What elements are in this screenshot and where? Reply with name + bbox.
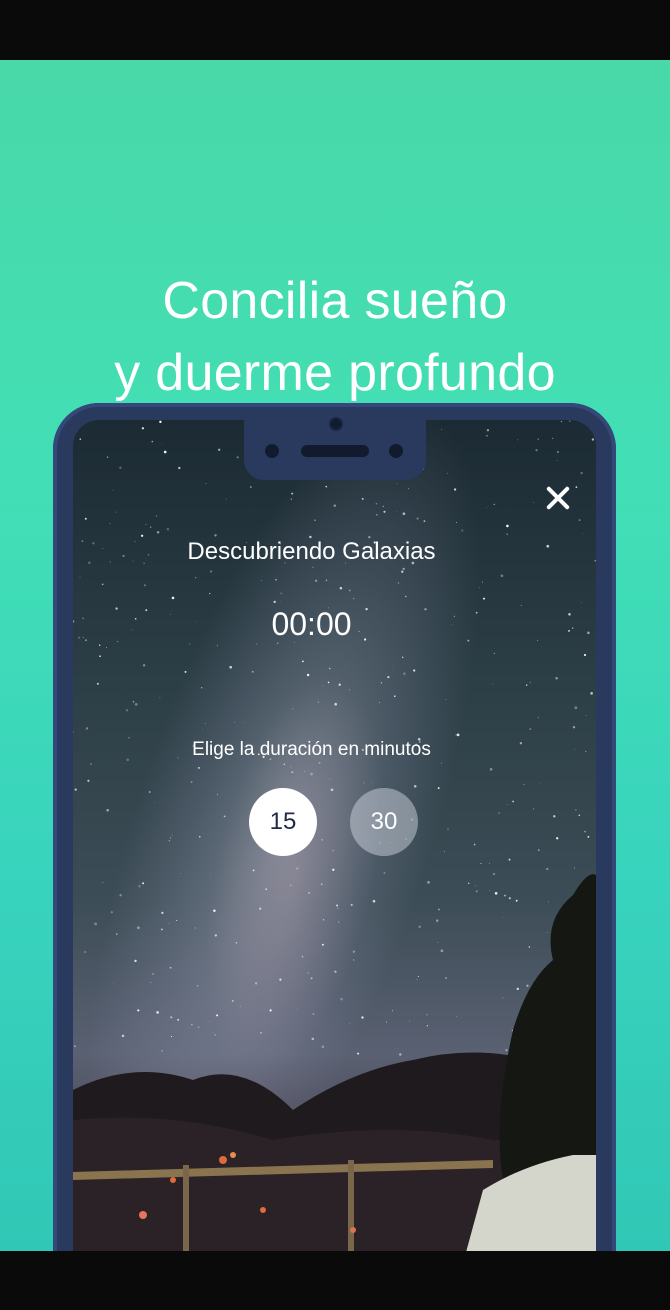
close-icon[interactable] <box>543 483 573 513</box>
headline-line-1: Concilia sueño <box>162 271 508 330</box>
earpiece-speaker <box>301 445 369 457</box>
top-black-bar <box>0 0 670 60</box>
duration-option-30[interactable]: 30 <box>350 788 418 856</box>
notch-sensor-right <box>389 444 403 458</box>
promo-background: Concilia sueño y duerme profundo <box>0 60 670 1251</box>
notch-sensor-left <box>265 444 279 458</box>
headline-line-2: y duerme profundo <box>114 343 556 402</box>
track-title: Descubriendo Galaxias <box>187 538 436 565</box>
duration-label: Elige la duración en minutos <box>192 739 431 760</box>
front-camera <box>329 417 343 431</box>
duration-option-15[interactable]: 15 <box>249 788 317 856</box>
phone-mockup <box>53 403 616 1251</box>
promo-headline: Concilia sueño y duerme profundo <box>0 265 670 409</box>
bottom-black-bar <box>0 1251 670 1310</box>
timer-display: 00:00 <box>271 606 352 642</box>
